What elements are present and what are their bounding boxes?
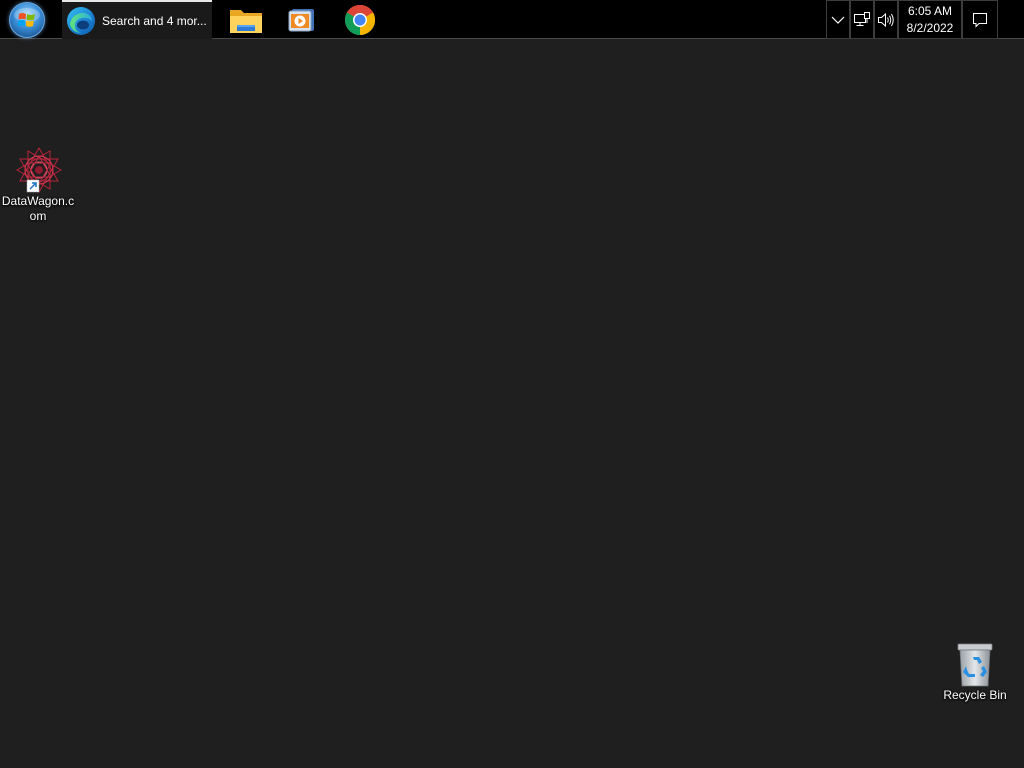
chrome-icon [344, 4, 376, 35]
media-player-icon [288, 8, 314, 31]
taskbar-edge-label: Search and 4 mor... [102, 13, 207, 28]
speaker-icon [878, 12, 894, 27]
tray-network-button[interactable] [850, 0, 874, 39]
taskbar-media-player-button[interactable] [276, 0, 328, 39]
desktop-icon-label: Recycle Bin [943, 688, 1007, 702]
windows-orb-icon [9, 1, 45, 38]
action-center-icon [973, 12, 987, 28]
tray-overflow-button[interactable] [826, 0, 850, 39]
clock-time: 6:05 AM [907, 3, 953, 18]
action-center-button[interactable] [962, 0, 998, 39]
tray-clock[interactable]: 6:05 AM 8/2/2022 [898, 0, 962, 39]
datawagon-shortcut-icon [15, 146, 63, 194]
tray-volume-button[interactable] [874, 0, 898, 39]
taskbar-file-explorer-button[interactable] [220, 0, 272, 39]
edge-icon [67, 6, 95, 35]
clock-date: 8/2/2022 [906, 20, 954, 35]
folder-icon [230, 9, 262, 33]
desktop-icon-label: DataWagon.com [1, 194, 75, 223]
desktop-icon-datawagon[interactable]: DataWagon.com [0, 146, 76, 224]
start-button[interactable] [0, 0, 54, 39]
network-icon [854, 11, 870, 26]
desktop-icon-recycle-bin[interactable]: Recycle Bin [937, 642, 1013, 703]
taskbar-chrome-button[interactable] [334, 0, 386, 39]
recycle-bin-icon [957, 643, 993, 687]
taskbar-edge-window-button[interactable]: Search and 4 mor... [62, 0, 212, 39]
taskbar: Search and 4 mor... 6:05 AM 8/2/2022 [0, 0, 1024, 39]
chevron-down-icon [831, 16, 845, 24]
